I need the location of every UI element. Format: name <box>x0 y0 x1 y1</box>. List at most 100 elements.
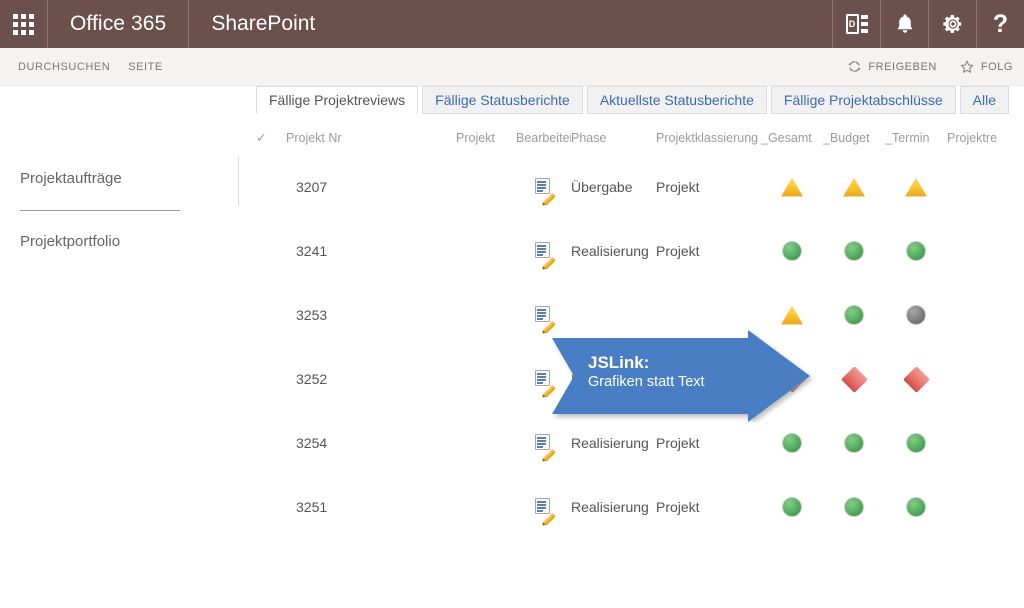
suite-bar: Office 365 SharePoint D ? <box>0 0 1024 48</box>
table-row[interactable]: 3207 Übergabe Projekt <box>256 155 1024 219</box>
cell-projektklassierung <box>656 283 761 347</box>
cell-bearbeiten[interactable] <box>516 475 571 539</box>
tab-alle[interactable]: Alle <box>959 86 1010 114</box>
column-header-projekt[interactable]: Projekt <box>456 130 516 155</box>
column-header-phase[interactable]: Phase <box>571 130 656 155</box>
cell-termin <box>885 475 947 539</box>
cell-budget <box>823 475 885 539</box>
cell-projektklassierung: Projekt <box>656 243 700 259</box>
cell-projektklassierung: Projekt <box>656 179 700 195</box>
budget-ok-circle-icon <box>844 497 864 517</box>
table-header-row: ✓ Projekt Nr Projekt Bearbeiten Phase Pr… <box>256 130 1024 155</box>
cell-bearbeiten[interactable] <box>516 411 571 475</box>
cell-phase: Übergabe <box>571 179 633 195</box>
cell-phase: Übergabe <box>571 371 633 387</box>
cell-bearbeiten[interactable] <box>516 219 571 283</box>
row-select-cell[interactable] <box>256 219 286 283</box>
tab-faellige-projektreviews[interactable]: Fällige Projektreviews <box>256 86 419 114</box>
cell-projektklassierung: Projekt <box>656 499 700 515</box>
cell-bearbeiten[interactable] <box>516 155 571 219</box>
table-row[interactable]: 3251 Realisierung Projekt <box>256 475 1024 539</box>
column-header-budget[interactable]: _Budget <box>823 130 885 155</box>
gesamt-warning-triangle-icon <box>781 177 803 197</box>
office365-brand[interactable]: Office 365 <box>48 0 190 48</box>
settings-button[interactable] <box>928 0 976 48</box>
column-header-termin[interactable]: _Termin <box>885 130 947 155</box>
budget-warning-triangle-icon <box>843 177 865 197</box>
share-label: FREIGEBEN <box>868 60 937 73</box>
cell-projekt <box>456 155 516 219</box>
app-launcher-button[interactable] <box>0 0 48 48</box>
cell-projektreview <box>947 283 1024 347</box>
gesamt-critical-diamond-icon <box>778 365 806 393</box>
column-header-select[interactable]: ✓ <box>256 130 286 155</box>
sidebar-item-projektportfolio[interactable]: Projektportfolio <box>0 231 236 253</box>
settings-gear-icon <box>942 14 961 33</box>
table-row[interactable]: 3253 <box>256 283 1024 347</box>
sharepoint-app-name[interactable]: SharePoint <box>189 0 337 48</box>
tab-faellige-projektabschluesse[interactable]: Fällige Projektabschlüsse <box>770 86 956 114</box>
ribbon-tab-durchsuchen[interactable]: DURCHSUCHEN <box>9 61 119 73</box>
cell-projektklassierung: Projekt <box>656 435 700 451</box>
cell-phase: Realisierung <box>571 499 649 515</box>
help-button[interactable]: ? <box>976 0 1024 48</box>
column-header-projekt-nr[interactable]: Projekt Nr <box>286 130 456 155</box>
cell-budget <box>823 347 885 411</box>
cell-projekt-nr: 3251 <box>296 499 328 515</box>
edit-item-icon[interactable] <box>534 370 556 398</box>
edit-item-icon[interactable] <box>534 306 556 334</box>
tab-aktuellste-statusberichte[interactable]: Aktuellste Statusberichte <box>586 86 767 114</box>
share-icon <box>848 61 861 72</box>
sidebar-vertical-rule <box>238 156 239 206</box>
table-row[interactable]: 3241 Realisierung Projekt <box>256 219 1024 283</box>
row-select-cell[interactable] <box>256 347 286 411</box>
termin-warning-triangle-icon <box>905 177 927 197</box>
view-tabstrip: Fällige Projektreviews Fällige Statusber… <box>256 86 1024 114</box>
tab-faellige-statusberichte[interactable]: Fällige Statusberichte <box>422 86 583 114</box>
cell-gesamt <box>761 283 823 347</box>
cell-projekt <box>456 283 516 347</box>
cell-phase: Realisierung <box>571 243 649 259</box>
budget-ok-circle-icon <box>844 433 864 453</box>
cell-termin <box>885 219 947 283</box>
left-navigation: Projektaufträge Projektportfolio <box>0 86 236 253</box>
edit-item-icon[interactable] <box>534 498 556 526</box>
delve-button[interactable]: D <box>832 0 880 48</box>
column-header-bearbeiten[interactable]: Bearbeiten <box>516 130 571 155</box>
column-header-projektreview[interactable]: Projektre <box>947 130 1024 155</box>
follow-button[interactable]: FOLG <box>948 59 1024 75</box>
cell-gesamt <box>761 347 823 411</box>
row-select-cell[interactable] <box>256 411 286 475</box>
column-header-gesamt[interactable]: _Gesamt <box>761 130 823 155</box>
row-select-cell[interactable] <box>256 283 286 347</box>
edit-item-icon[interactable] <box>534 242 556 270</box>
table-header: ✓ Projekt Nr Projekt Bearbeiten Phase Pr… <box>256 130 1024 155</box>
table-row[interactable]: 3252 Übergabe Projekt <box>256 347 1024 411</box>
budget-ok-circle-icon <box>844 241 864 261</box>
column-header-projektklassierung[interactable]: Projektklassierung <box>656 130 761 155</box>
cell-termin <box>885 347 947 411</box>
notifications-button[interactable] <box>880 0 928 48</box>
edit-item-icon[interactable] <box>534 178 556 206</box>
ribbon-band: DURCHSUCHEN SEITE FREIGEBEN FOLG <box>0 48 1024 86</box>
gesamt-ok-circle-icon <box>782 433 802 453</box>
cell-projekt-nr: 3253 <box>296 307 328 323</box>
edit-item-icon[interactable] <box>534 434 556 462</box>
cell-projekt <box>456 219 516 283</box>
row-select-cell[interactable] <box>256 475 286 539</box>
cell-bearbeiten[interactable] <box>516 283 571 347</box>
cell-termin <box>885 155 947 219</box>
table-row[interactable]: 3254 Realisierung Projekt <box>256 411 1024 475</box>
cell-projektreview <box>947 219 1024 283</box>
cell-gesamt <box>761 475 823 539</box>
cell-bearbeiten[interactable] <box>516 347 571 411</box>
ribbon-tab-seite[interactable]: SEITE <box>119 61 172 73</box>
sidebar-item-projektauftraege[interactable]: Projektaufträge <box>0 168 236 190</box>
cell-termin <box>885 283 947 347</box>
cell-projekt-nr: 3252 <box>296 371 328 387</box>
share-button[interactable]: FREIGEBEN <box>836 59 948 74</box>
notifications-bell-icon <box>897 14 912 33</box>
projects-table: ✓ Projekt Nr Projekt Bearbeiten Phase Pr… <box>256 130 1024 539</box>
cell-gesamt <box>761 411 823 475</box>
row-select-cell[interactable] <box>256 155 286 219</box>
